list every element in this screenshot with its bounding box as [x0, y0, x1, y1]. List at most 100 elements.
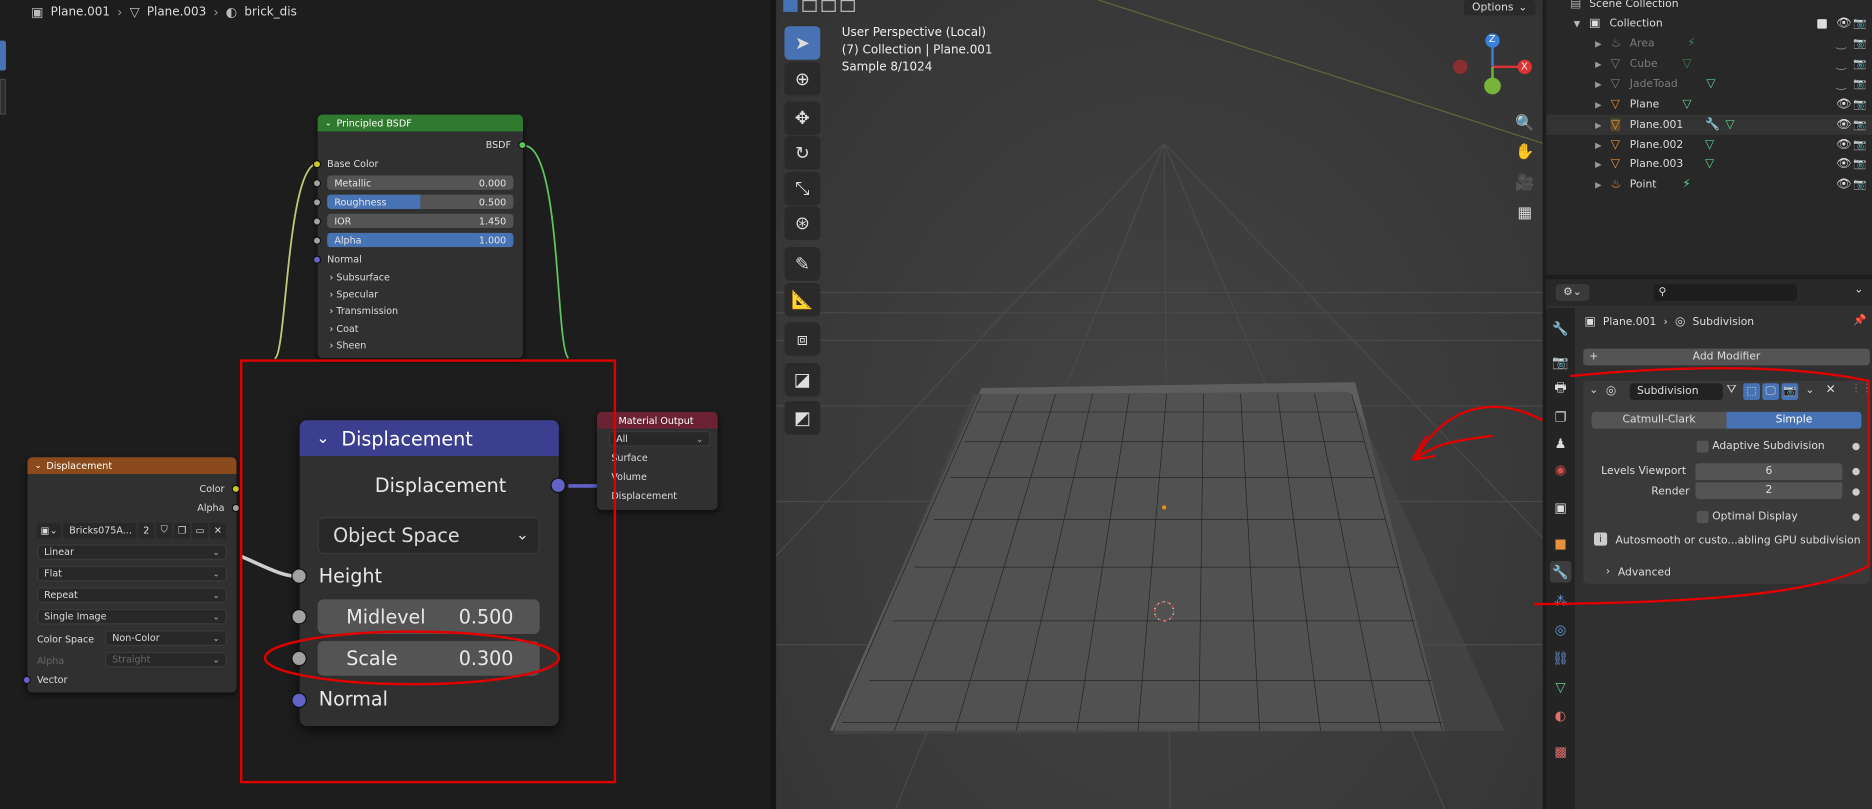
ortho-toggle-button[interactable]: ▦	[1513, 201, 1537, 225]
tab-tool[interactable]: 🔧	[1550, 318, 1571, 339]
camera-icon[interactable]: 📷	[1853, 17, 1866, 29]
chevron-right-icon[interactable]: ▶	[1595, 39, 1601, 49]
image-node-header[interactable]: ⌄ Displacement	[27, 457, 237, 475]
source-dropdown[interactable]: Single Image ⌄	[37, 608, 227, 625]
camera-icon[interactable]: 📷	[1853, 38, 1866, 50]
options-dropdown[interactable]: Options ⌄	[1463, 0, 1536, 16]
roughness-field[interactable]: Roughness 0.500	[327, 194, 514, 209]
chevron-right-icon[interactable]: ▶	[1595, 140, 1601, 150]
principled-header[interactable]: ⌄ Principled BSDF	[317, 114, 523, 132]
pan-button[interactable]: ✋	[1513, 140, 1537, 164]
bsdf-output-socket[interactable]	[518, 140, 527, 150]
tab-constraints[interactable]: ⛓	[1550, 647, 1571, 668]
tab-data[interactable]: ▽	[1550, 676, 1571, 697]
chevron-right-icon[interactable]: ▶	[1595, 100, 1601, 110]
camera-icon[interactable]: 📷	[1853, 158, 1866, 170]
outliner-item-cube[interactable]: ▶ ▽ Cube ▽ ‿ 📷	[1546, 54, 1872, 74]
collection-row[interactable]: ▼ ▣ Collection 👁 📷	[1546, 13, 1872, 33]
select-tool-button[interactable]: ➤	[784, 26, 821, 60]
3d-viewport[interactable]: Options ⌄ User Perspective (Local) (7) Co…	[776, 0, 1543, 809]
annotate-tool-button[interactable]: ✎	[784, 247, 821, 281]
editor-type-button[interactable]: ⚙⌄	[1555, 284, 1590, 301]
image-texture-node[interactable]: ⌄ Displacement Color Alpha ▣⌄ Bricks075A…	[22, 457, 240, 693]
zoom-button[interactable]: 🔍	[1513, 111, 1537, 135]
chevron-down-icon[interactable]: ▼	[1574, 19, 1580, 29]
move-tool-button[interactable]: ✥	[784, 101, 821, 135]
alpha-field[interactable]: Alpha 1.000	[327, 232, 514, 248]
color-output-socket[interactable]	[231, 484, 240, 494]
normal-socket[interactable]	[312, 255, 322, 264]
camera-icon[interactable]: 📷	[1853, 78, 1866, 90]
select-subtract-icon[interactable]	[821, 0, 836, 12]
ior-field[interactable]: IOR 1.450	[327, 213, 514, 229]
eye-icon[interactable]: 👁	[1836, 17, 1851, 30]
bevel-tool-button[interactable]: ◩	[784, 401, 821, 435]
eye-icon[interactable]: 👁	[1836, 98, 1851, 111]
roughness-socket[interactable]	[312, 198, 322, 207]
measure-tool-button[interactable]: 📐	[784, 282, 821, 317]
projection-dropdown[interactable]: Flat ⌄	[37, 565, 227, 582]
chevron-right-icon[interactable]: ▶	[1595, 120, 1601, 130]
outliner-item-jadetoad[interactable]: ▶ ▽ JadeToad ▽ ‿ 📷	[1546, 74, 1872, 94]
node-editor[interactable]: ▣ Plane.001 › ▽ Plane.003 › ◐ brick_dis …	[0, 0, 771, 809]
tab-material[interactable]: ◐	[1550, 704, 1571, 725]
chevron-down-icon[interactable]: ⌄	[35, 461, 42, 471]
output-target-dropdown[interactable]: All ⌄	[608, 431, 711, 447]
outliner-item-plane[interactable]: ▶ ▽ Plane ▽ 👁 📷	[1546, 94, 1872, 114]
fake-user-icon[interactable]: ⛉	[156, 522, 172, 538]
eye-icon[interactable]: 👁	[1836, 139, 1851, 152]
color-space-dropdown[interactable]: Non-Color ⌄	[105, 630, 227, 646]
panel-sheen[interactable]: › Sheen	[330, 340, 367, 351]
vector-socket[interactable]	[22, 675, 32, 685]
panel-specular[interactable]: › Specular	[330, 289, 379, 300]
select-extend-icon[interactable]	[802, 0, 817, 12]
principled-bsdf-node[interactable]: ⌄ Principled BSDF BSDF Base Color Metall…	[312, 114, 527, 359]
extrude-tool-button[interactable]: ◪	[784, 362, 821, 397]
rotate-tool-button[interactable]: ↻	[784, 136, 821, 170]
image-users-count[interactable]: 2	[138, 522, 155, 538]
alpha-output-socket[interactable]	[231, 503, 240, 513]
folder-icon[interactable]: ▭	[192, 522, 208, 538]
camera-icon[interactable]: 📷	[1853, 119, 1866, 131]
select-mode-buttons[interactable]	[783, 0, 879, 12]
camera-icon[interactable]: 📷	[1853, 139, 1866, 151]
add-cube-tool-button[interactable]: ⧈	[784, 322, 821, 356]
ior-socket[interactable]	[312, 217, 322, 226]
cursor-tool-button[interactable]: ⊕	[784, 62, 821, 96]
tab-texture[interactable]: ▩	[1550, 740, 1571, 761]
select-box-icon[interactable]	[783, 0, 798, 12]
image-browse-icon[interactable]: ▣⌄	[37, 522, 61, 538]
image-selector[interactable]: ▣⌄ Bricks075A... 2 ⛉ ❐ ▭ ✕	[37, 522, 226, 539]
panel-transmission[interactable]: › Transmission	[330, 306, 399, 317]
transform-tool-button[interactable]: ⊛	[784, 206, 821, 240]
extension-dropdown[interactable]: Repeat ⌄	[37, 587, 227, 603]
metallic-socket[interactable]	[312, 179, 322, 188]
chevron-down-icon[interactable]: ⌄	[325, 118, 332, 128]
chevron-right-icon[interactable]: ▶	[1595, 159, 1601, 169]
tab-physics[interactable]: ◎	[1550, 618, 1571, 639]
select-intersect-icon[interactable]	[840, 0, 855, 12]
camera-icon[interactable]: 📷	[1853, 179, 1866, 191]
eye-icon[interactable]: 👁	[1836, 178, 1851, 191]
metallic-field[interactable]: Metallic 0.000	[327, 175, 514, 190]
base-color-socket[interactable]	[312, 159, 322, 169]
panel-subsurface[interactable]: › Subsurface	[330, 272, 390, 283]
close-icon[interactable]: ✕	[210, 522, 226, 538]
outliner-item-area[interactable]: ▶ ♨ Area ⚡ ‿ 📷	[1546, 33, 1872, 53]
properties-editor[interactable]: ⚙⌄ ⚲ ⌄ 🔧 📷 🖶 ❐ ♟ ◉ ▣ ■ 🔧 ⁂ ◎ ⛓ ▽ ◐ ▩ ▣ P…	[1534, 279, 1872, 809]
camera-view-button[interactable]: 🎥	[1513, 171, 1537, 195]
eye-icon[interactable]: 👁	[1836, 118, 1851, 131]
eye-icon[interactable]: 👁	[1836, 158, 1851, 171]
duplicate-icon[interactable]: ❐	[174, 522, 190, 538]
chevron-right-icon[interactable]: ▶	[1595, 59, 1601, 69]
panel-coat[interactable]: › Coat	[330, 324, 359, 335]
outliner[interactable]: ▤ Scene Collection ▼ ▣ Collection 👁 📷 ▶ …	[1546, 0, 1872, 275]
outliner-item-plane003[interactable]: ▶ ▽ Plane.003 ▽ 👁 📷	[1546, 154, 1872, 174]
eye-closed-icon[interactable]: ‿	[1836, 57, 1846, 70]
chevron-right-icon[interactable]: ▶	[1595, 180, 1601, 190]
alpha-socket[interactable]	[312, 236, 322, 245]
eye-closed-icon[interactable]: ‿	[1836, 78, 1846, 91]
checkbox-icon[interactable]	[1817, 18, 1827, 29]
scale-tool-button[interactable]: ⤡	[784, 171, 821, 206]
chevron-down-icon[interactable]: ⌄	[1854, 284, 1863, 296]
